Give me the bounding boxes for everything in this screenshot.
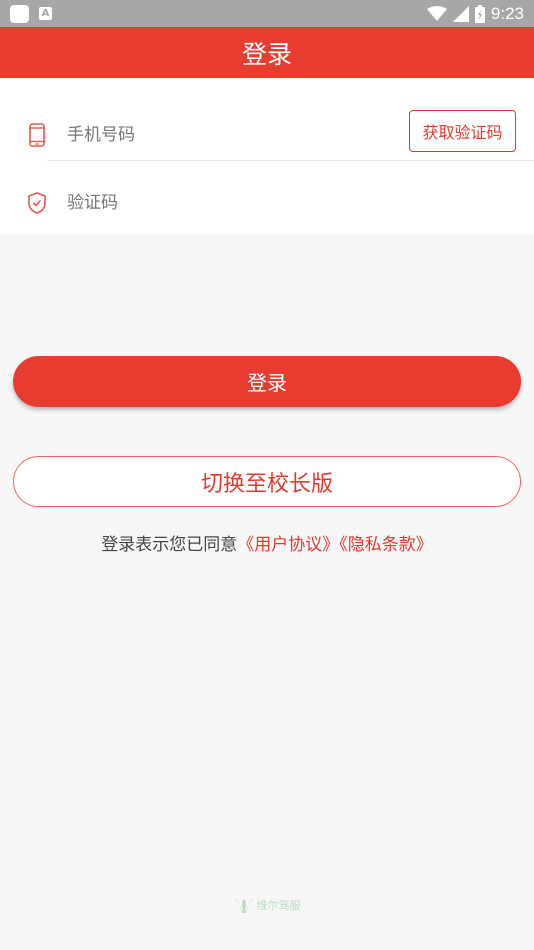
brand-logo-icon (233, 899, 254, 913)
status-bar-right: 9:23 (426, 3, 524, 24)
code-input[interactable] (67, 193, 387, 213)
shield-icon (28, 192, 46, 214)
login-form (0, 78, 534, 234)
a-notification-icon: A (39, 7, 52, 20)
footer-brand: 维尔驾服 (256, 899, 301, 912)
switch-principal-button[interactable]: 切换至校长版 (13, 456, 521, 507)
page-title: 登录 (241, 39, 292, 69)
agreement-prefix: 登录表示您已同意 (101, 535, 238, 555)
status-bar: A 9:23 (0, 0, 534, 27)
form-divider (47, 160, 534, 161)
wifi-icon (426, 5, 447, 21)
battery-icon (474, 4, 485, 23)
notification-icon (10, 4, 29, 23)
signal-icon (452, 5, 469, 22)
code-row (0, 172, 534, 234)
user-agreement-link[interactable]: 《用户协议》 (237, 535, 339, 555)
phone-input[interactable] (67, 125, 387, 145)
get-code-button[interactable]: 获取验证码 (409, 110, 516, 152)
footer-logo: 维尔驾服 (0, 897, 534, 913)
status-bar-left: A (10, 4, 52, 23)
agreement-text: 登录表示您已同意《用户协议》《隐私条款》 (0, 530, 534, 555)
phone-icon (29, 123, 45, 147)
status-time: 9:23 (490, 3, 524, 23)
page-header: 登录 (0, 27, 534, 78)
privacy-policy-link[interactable]: 《隐私条款》 (339, 535, 433, 555)
login-button[interactable]: 登录 (13, 356, 521, 407)
